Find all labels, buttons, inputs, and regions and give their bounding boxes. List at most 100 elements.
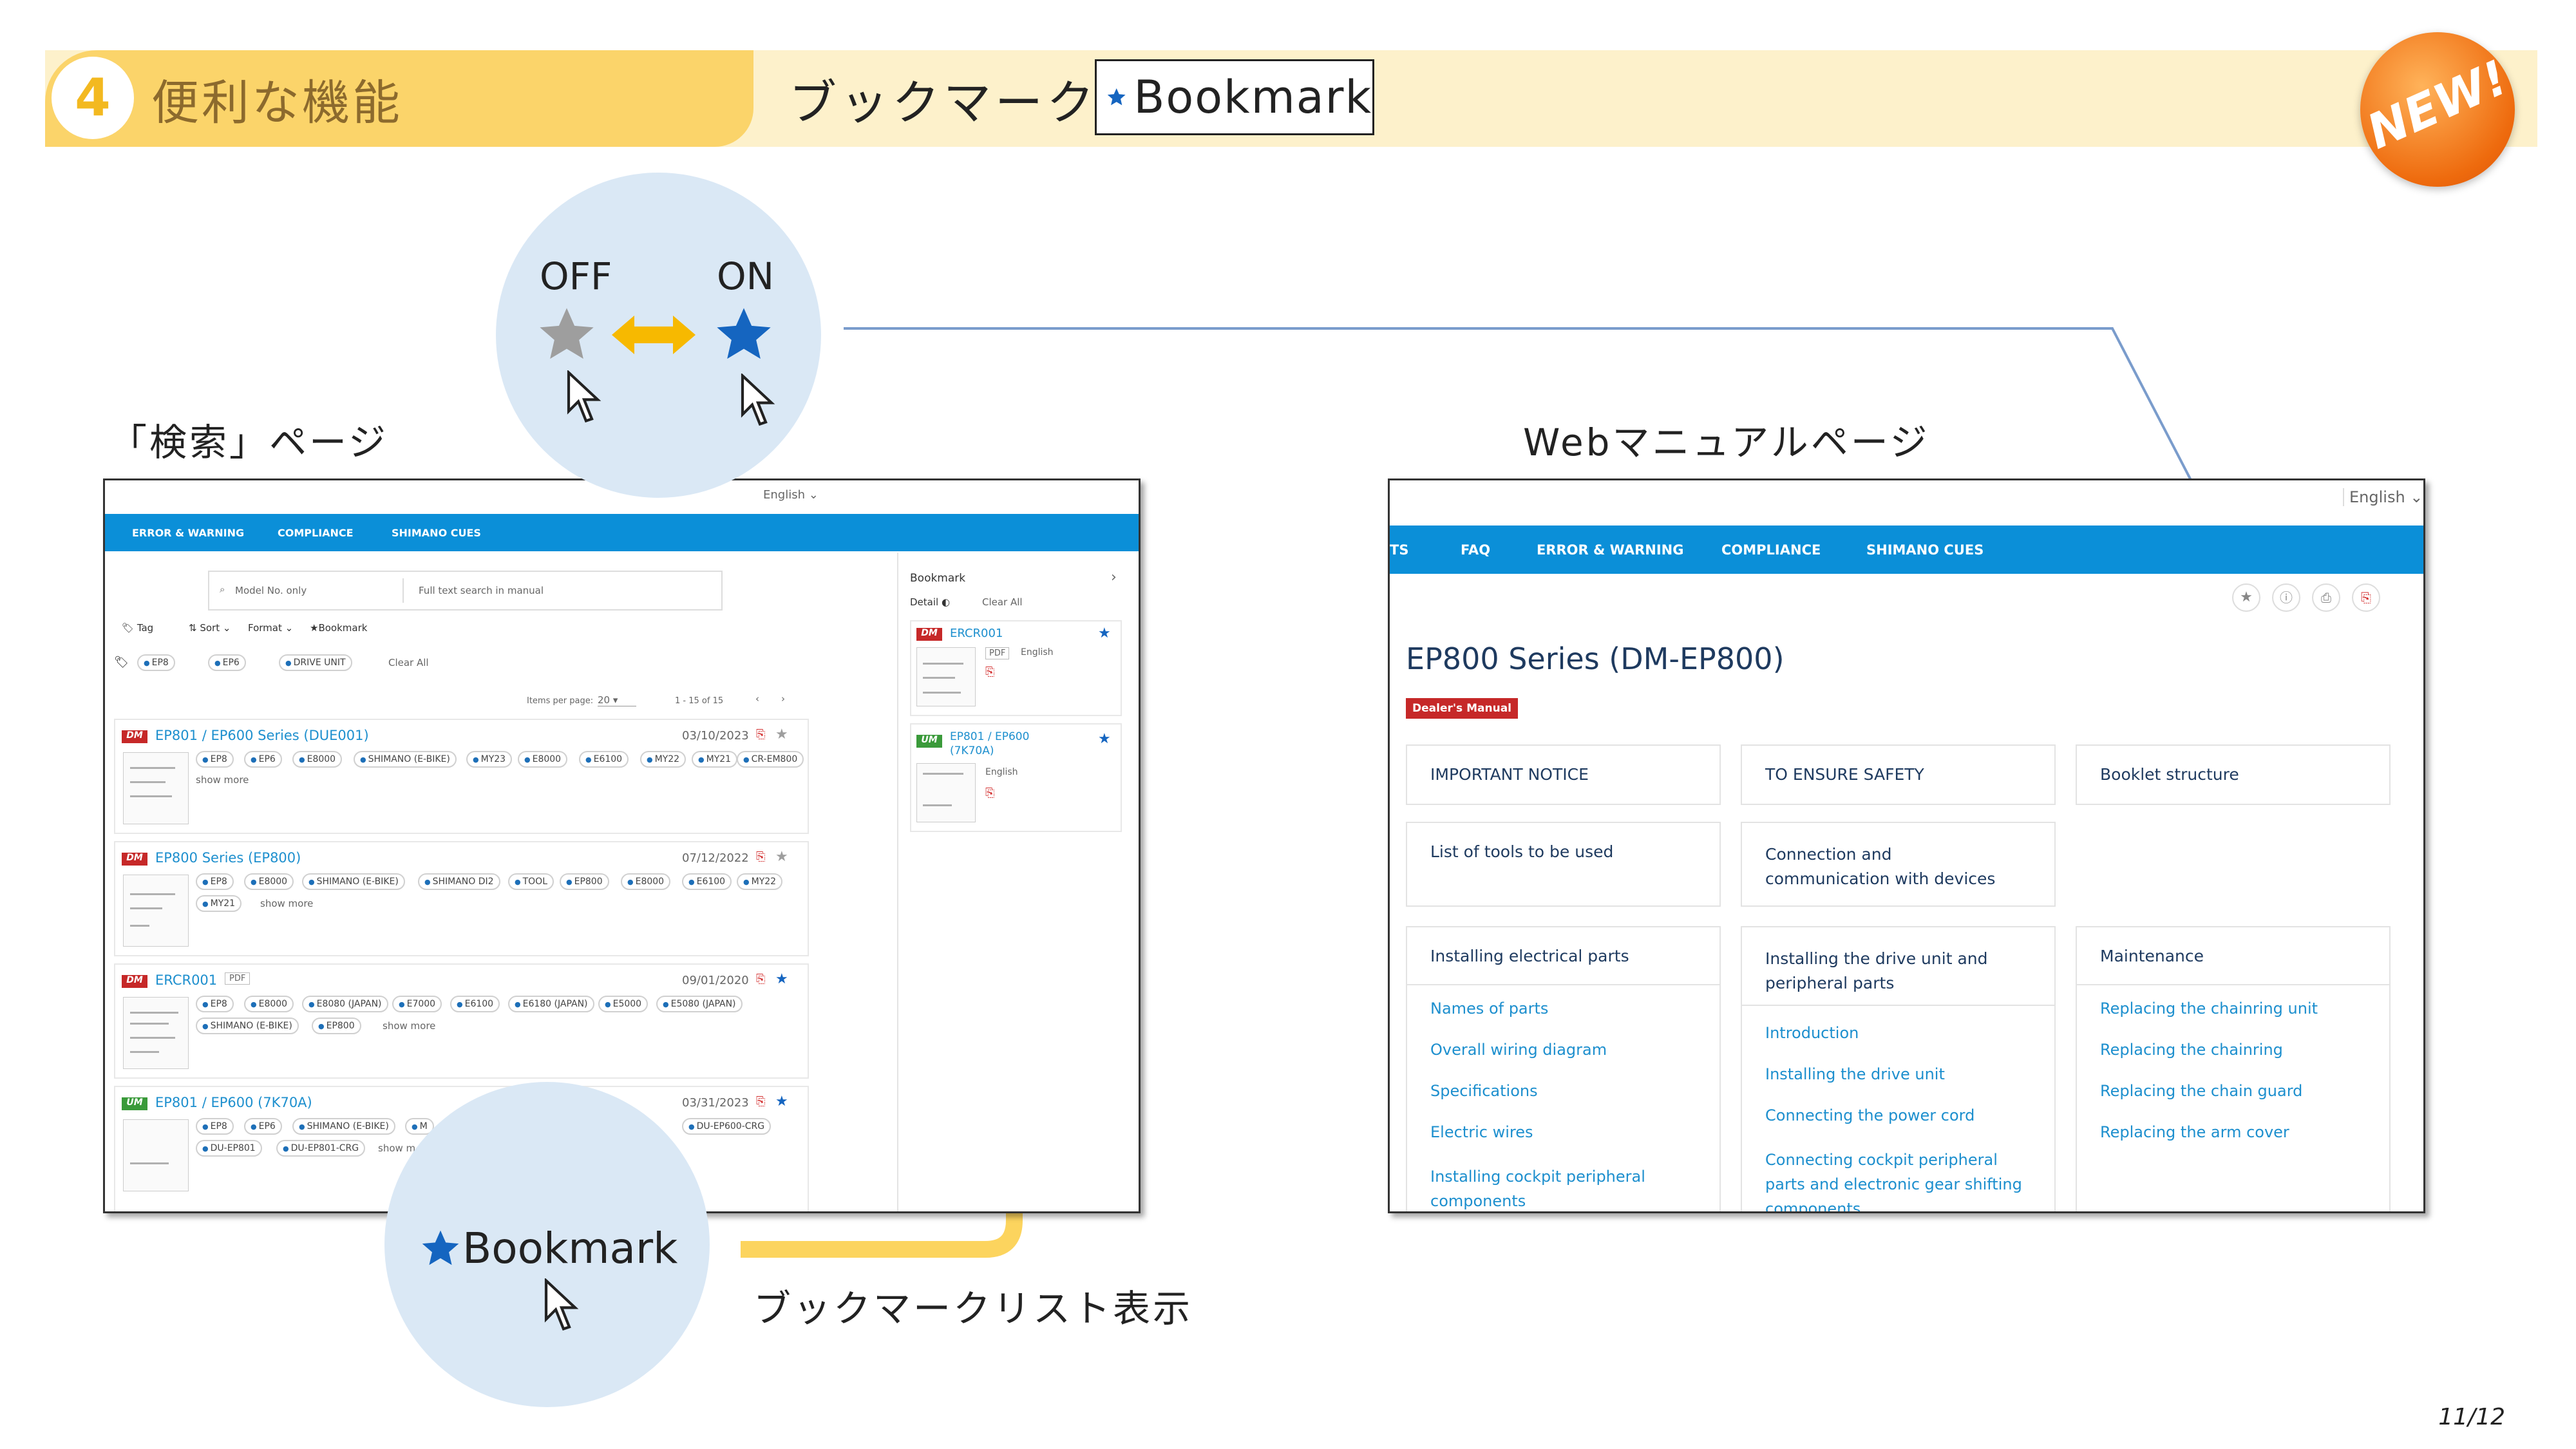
link-item[interactable]: Electric wires: [1430, 1123, 1533, 1141]
result-tag[interactable]: EP800: [312, 1018, 361, 1034]
tile-important-notice[interactable]: IMPORTANT NOTICE: [1406, 744, 1721, 805]
result-tag[interactable]: E6180 (JAPAN): [508, 996, 594, 1012]
result-tag[interactable]: EP8: [196, 751, 234, 768]
result-tag[interactable]: TOOL: [508, 873, 554, 890]
bookmark-filter[interactable]: ★Bookmark: [310, 622, 367, 634]
result-title[interactable]: ERCR001: [155, 972, 217, 988]
result-title[interactable]: EP801 / EP600 (7K70A): [155, 1095, 312, 1110]
link-item[interactable]: Replacing the chainring unit: [2100, 999, 2318, 1018]
pdf-icon[interactable]: ⎘: [985, 786, 994, 800]
bookmark-star-icon[interactable]: ★: [2232, 583, 2260, 612]
sidebar-collapse-icon[interactable]: ›: [1111, 569, 1117, 585]
result-tag[interactable]: EP8: [196, 873, 234, 890]
sidebar-clear-all[interactable]: Clear All: [982, 596, 1023, 608]
active-tag[interactable]: DRIVE UNIT: [279, 654, 352, 671]
search-box[interactable]: ⌕ Model No. only Full text search in man…: [208, 571, 723, 611]
result-tag[interactable]: E8080 (JAPAN): [302, 996, 388, 1012]
link-item[interactable]: Names of parts: [1430, 999, 1548, 1018]
result-tag[interactable]: SHIMANO (E-BIKE): [292, 1118, 395, 1135]
sort-filter[interactable]: ⇅ Sort ⌄: [189, 622, 231, 634]
tile-connection-communication[interactable]: Connection and communication with device…: [1741, 822, 2056, 907]
bookmark-star-on-icon[interactable]: ★: [775, 971, 788, 987]
bookmark-star-on-icon[interactable]: ★: [775, 1094, 788, 1110]
result-tag[interactable]: SHIMANO (E-BIKE): [302, 873, 405, 890]
result-tag[interactable]: DU-EP801: [196, 1140, 262, 1157]
result-tag[interactable]: E6100: [450, 996, 500, 1012]
result-tag[interactable]: MY22: [737, 873, 783, 890]
active-tag[interactable]: EP6: [208, 654, 246, 671]
clear-all-link[interactable]: Clear All: [388, 657, 429, 668]
model-search-input[interactable]: Model No. only: [235, 585, 307, 596]
tile-list-of-tools[interactable]: List of tools to be used: [1406, 822, 1721, 907]
result-tag[interactable]: E8000: [518, 751, 568, 768]
result-tag[interactable]: SHIMANO (E-BIKE): [354, 751, 457, 768]
result-tag[interactable]: SHIMANO DI2: [418, 873, 500, 890]
pdf-icon[interactable]: ⎘: [756, 850, 765, 864]
nav-shimano-cues[interactable]: SHIMANO CUES: [392, 527, 481, 539]
nav-products[interactable]: TS: [1390, 542, 1408, 558]
result-tag[interactable]: E7000: [392, 996, 442, 1012]
nav-shimano-cues[interactable]: SHIMANO CUES: [1866, 542, 1984, 558]
detail-toggle[interactable]: Detail ◐: [910, 596, 950, 608]
nav-faq[interactable]: FAQ: [1461, 542, 1490, 558]
link-item[interactable]: Connecting cockpit peripheral parts and …: [1765, 1148, 2036, 1211]
pdf-icon[interactable]: ⎘: [2352, 583, 2380, 612]
show-more-link[interactable]: show more: [196, 774, 249, 786]
result-tag[interactable]: MY22: [640, 751, 687, 768]
tile-to-ensure-safety[interactable]: TO ENSURE SAFETY: [1741, 744, 2056, 805]
link-item[interactable]: Overall wiring diagram: [1430, 1041, 1607, 1059]
next-page-button[interactable]: ›: [781, 693, 785, 705]
print-icon[interactable]: ⎙: [2312, 583, 2340, 612]
nav-compliance[interactable]: COMPLIANCE: [278, 527, 354, 539]
result-tag[interactable]: CR-EM800: [737, 751, 804, 768]
link-item[interactable]: Installing the drive unit: [1765, 1065, 1945, 1083]
pdf-icon[interactable]: ⎘: [756, 1095, 765, 1108]
language-select[interactable]: English ⌄: [763, 488, 819, 502]
result-tag[interactable]: E8000: [292, 751, 343, 768]
result-tag[interactable]: EP8: [196, 996, 234, 1012]
result-tag[interactable]: DU-EP801-CRG: [276, 1140, 366, 1157]
result-title[interactable]: EP801 / EP600 Series (DUE001): [155, 728, 369, 743]
info-icon[interactable]: ⓘ: [2272, 583, 2300, 612]
result-tag[interactable]: MY21: [196, 895, 242, 912]
link-item[interactable]: Connecting the power cord: [1765, 1106, 1975, 1124]
result-title[interactable]: EP800 Series (EP800): [155, 850, 301, 866]
show-more-link[interactable]: show more: [383, 1020, 435, 1032]
result-tag[interactable]: E5000: [598, 996, 649, 1012]
items-per-page-select[interactable]: 20 ▾: [598, 694, 636, 706]
show-more-link[interactable]: show more: [260, 898, 313, 909]
result-card[interactable]: DM EP800 Series (EP800) 07/12/2022 ⎘ ★ E…: [114, 841, 809, 956]
result-tag[interactable]: EP800: [560, 873, 609, 890]
bookmark-star-off-icon[interactable]: ★: [775, 849, 788, 865]
link-item[interactable]: Installing cockpit peripheral components: [1430, 1164, 1675, 1211]
nav-compliance[interactable]: COMPLIANCE: [1721, 542, 1821, 558]
bookmark-item-title[interactable]: EP801 / EP600 (7K70A): [950, 730, 1066, 758]
show-more-link[interactable]: show m: [378, 1142, 415, 1154]
format-filter[interactable]: Format ⌄: [248, 622, 293, 634]
bookmark-star-off-icon[interactable]: ★: [775, 726, 788, 743]
link-item[interactable]: Specifications: [1430, 1082, 1538, 1100]
result-tag[interactable]: EP6: [244, 1118, 282, 1135]
pdf-icon[interactable]: ⎘: [985, 665, 994, 679]
result-tag[interactable]: E8000: [244, 996, 294, 1012]
result-card[interactable]: DM EP801 / EP600 Series (DUE001) 03/10/2…: [114, 719, 809, 834]
tag-filter[interactable]: 🏷 Tag: [122, 622, 153, 634]
fulltext-search-input[interactable]: Full text search in manual: [419, 585, 544, 596]
tile-booklet-structure[interactable]: Booklet structure: [2076, 744, 2391, 805]
pdf-icon[interactable]: ⎘: [756, 972, 765, 986]
result-tag[interactable]: MY21: [692, 751, 738, 768]
result-card[interactable]: DM ERCR001 PDF 09/01/2020 ⎘ ★ EP8 E8000 …: [114, 963, 809, 1079]
link-item[interactable]: Replacing the chain guard: [2100, 1082, 2302, 1100]
pdf-icon[interactable]: ⎘: [756, 728, 765, 741]
language-select[interactable]: English ⌄: [2343, 488, 2423, 506]
bookmark-star-on-icon[interactable]: ★: [1098, 731, 1111, 747]
result-tag[interactable]: E8000: [621, 873, 671, 890]
result-tag[interactable]: EP6: [244, 751, 282, 768]
result-tag[interactable]: E8000: [244, 873, 294, 890]
bookmark-item-title[interactable]: ERCR001: [950, 627, 1003, 640]
bookmark-list-item[interactable]: DM ERCR001 ★ PDF English ⎘: [910, 620, 1122, 716]
link-item[interactable]: Replacing the chainring: [2100, 1041, 2283, 1059]
result-tag[interactable]: E6100: [579, 751, 629, 768]
result-tag[interactable]: MY23: [466, 751, 513, 768]
result-tag[interactable]: EP8: [196, 1118, 234, 1135]
